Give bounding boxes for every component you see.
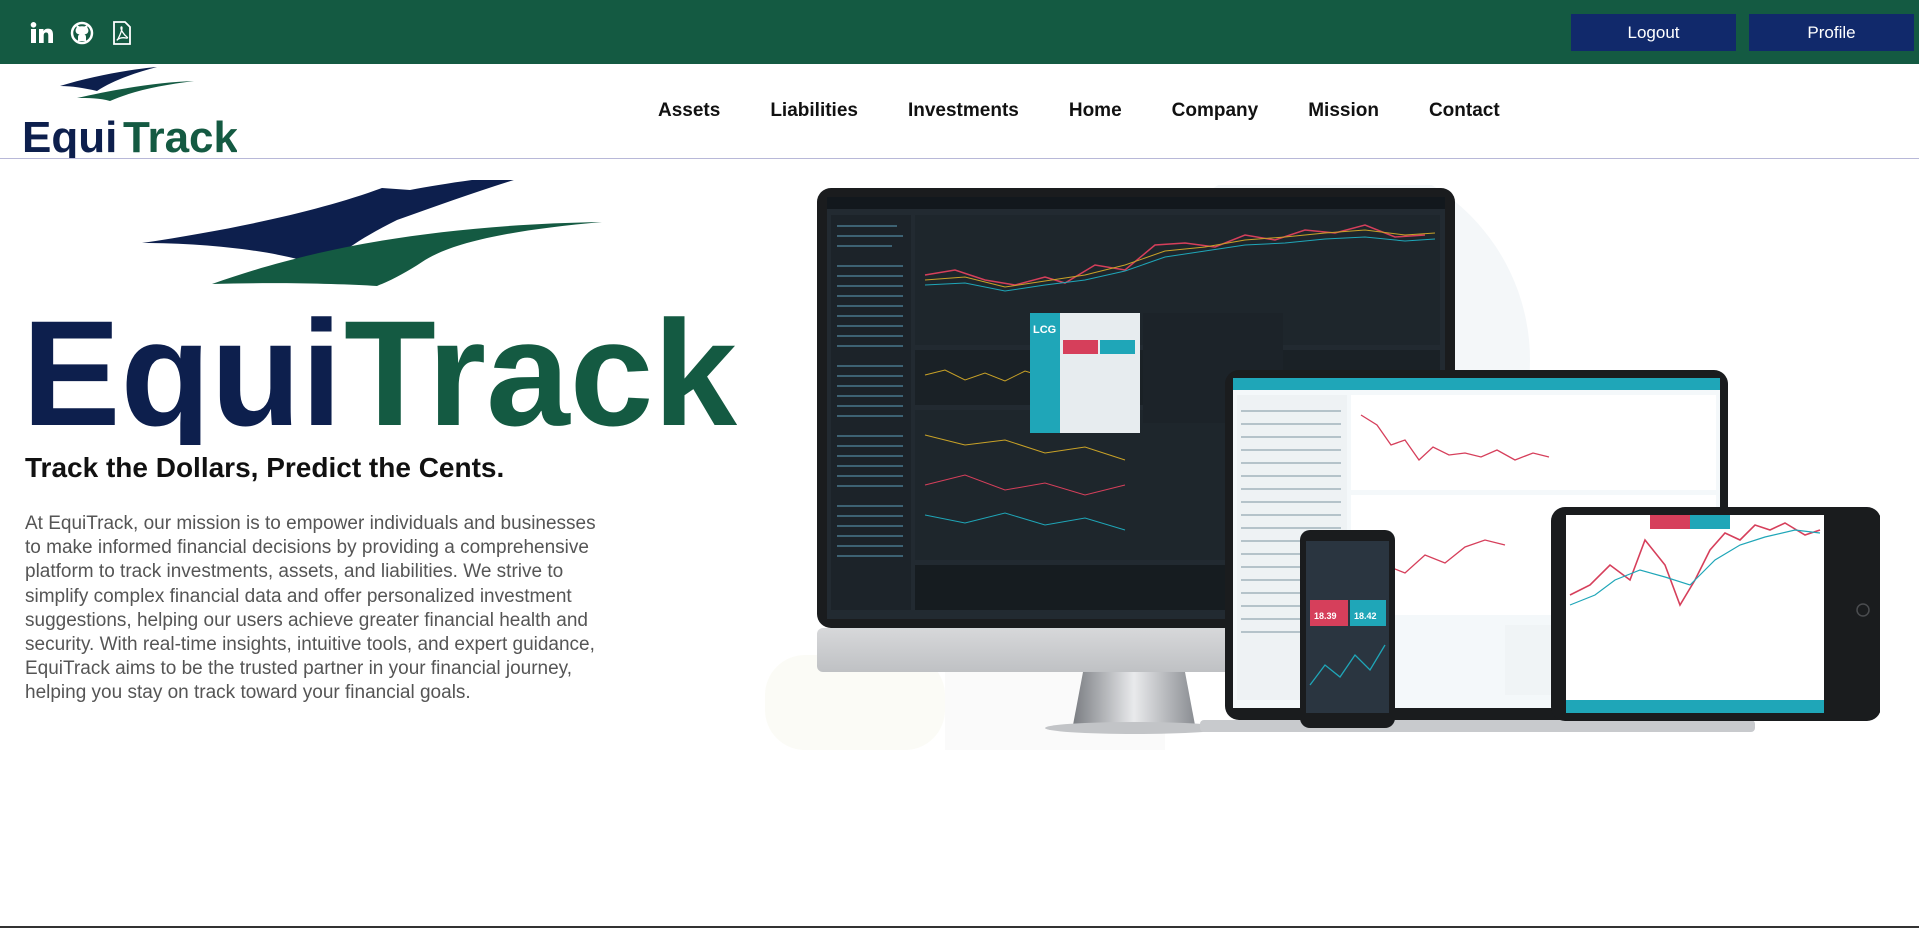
hero-tagline: Track the Dollars, Predict the Cents. <box>25 452 505 483</box>
hero-brand-track: Track <box>344 289 737 445</box>
nav-contact[interactable]: Contact <box>1429 100 1500 122</box>
main-navbar: Equi Track Assets Liabilities Investment… <box>0 64 1919 159</box>
mission-paragraph: At EquiTrack, our mission is to empower … <box>25 513 596 704</box>
nav-company[interactable]: Company <box>1172 100 1259 122</box>
linkedin-icon[interactable] <box>29 20 55 46</box>
hero-logo: Equi Track <box>22 180 737 445</box>
brand-logo[interactable]: Equi Track <box>22 64 237 158</box>
logout-button[interactable]: Logout <box>1571 14 1736 51</box>
phone-sell-price: 18.39 <box>1314 611 1337 621</box>
top-bar: Logout Profile <box>0 0 1919 64</box>
nav-mission[interactable]: Mission <box>1308 100 1379 122</box>
social-links <box>29 20 135 46</box>
nav-investments[interactable]: Investments <box>908 100 1019 122</box>
nav-home[interactable]: Home <box>1069 100 1122 122</box>
nav-assets[interactable]: Assets <box>658 100 720 122</box>
github-icon[interactable] <box>69 20 95 46</box>
lcg-badge: LCG <box>1033 324 1056 336</box>
phone-buy-price: 18.42 <box>1354 611 1377 621</box>
brand-name-track: Track <box>123 113 237 158</box>
tablet <box>1551 507 1880 721</box>
phone: 18.39 18.42 <box>1300 530 1395 728</box>
devices-showcase-image: LCG 18.39 18.42 <box>765 185 1880 750</box>
nav-liabilities[interactable]: Liabilities <box>770 100 858 122</box>
brand-name-equi: Equi <box>22 113 117 158</box>
nav-menu: Assets Liabilities Investments Home Comp… <box>658 100 1550 122</box>
hero-brand-equi: Equi <box>22 289 342 445</box>
profile-button[interactable]: Profile <box>1749 14 1914 51</box>
pdf-icon[interactable] <box>109 20 135 46</box>
